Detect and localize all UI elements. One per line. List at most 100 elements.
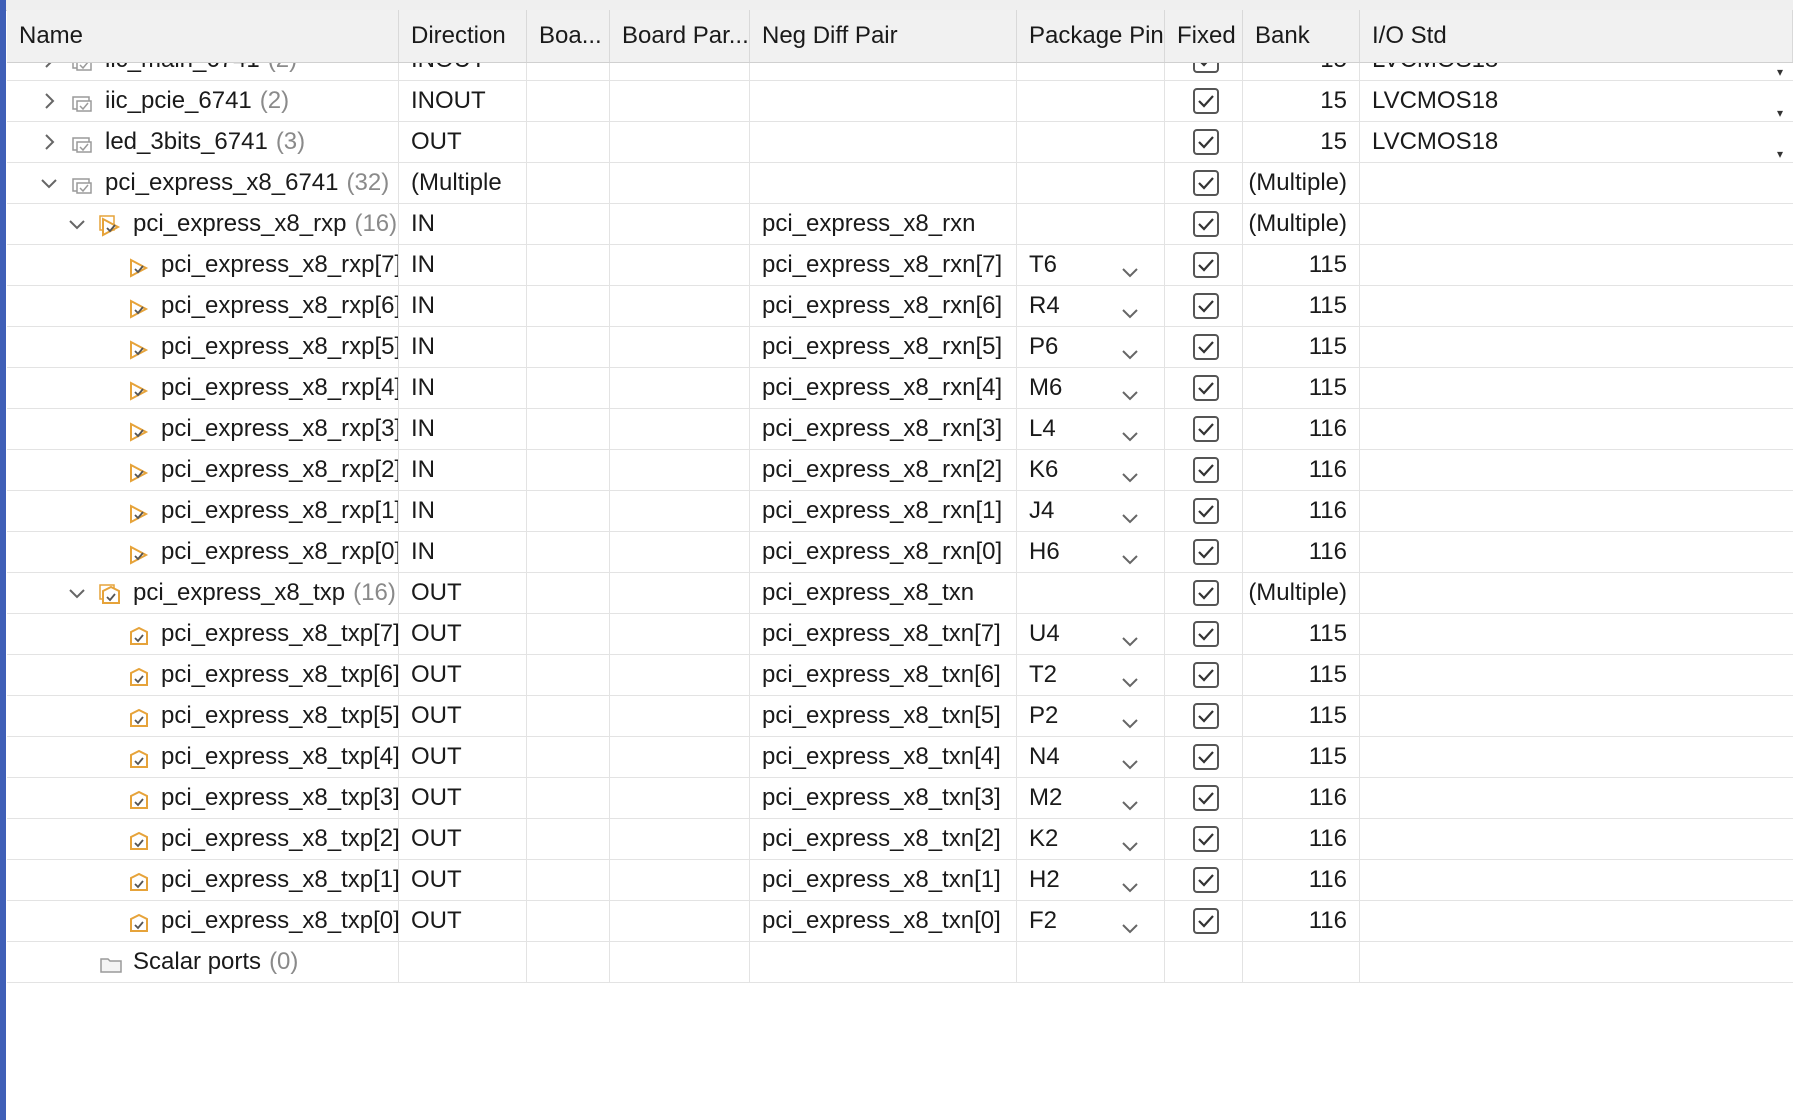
package-pin-cell[interactable]: R4 xyxy=(1017,286,1165,326)
bank-cell[interactable]: 116 xyxy=(1243,491,1360,531)
table-row[interactable]: pci_express_x8_rxp[4] IN pci_express_x8_rx… xyxy=(7,368,1793,409)
table-row[interactable]: Scalar ports (0) xyxy=(7,942,1793,983)
bank-cell[interactable]: 116 xyxy=(1243,860,1360,900)
neg-diff-pair-cell[interactable]: pci_express_x8_rxn[2] xyxy=(750,450,1017,490)
board-part-cell[interactable] xyxy=(610,655,750,695)
fixed-checkbox[interactable] xyxy=(1193,621,1219,647)
board-cell[interactable] xyxy=(527,737,610,777)
io-std-cell[interactable] xyxy=(1360,860,1793,900)
table-row[interactable]: pci_express_x8_txp[7] OUT pci_express_x8_t… xyxy=(7,614,1793,655)
neg-diff-pair-cell[interactable] xyxy=(750,63,1017,80)
package-pin-cell[interactable]: H6 xyxy=(1017,532,1165,572)
name-cell[interactable]: pci_express_x8_rxp[4] xyxy=(7,368,399,408)
package-pin-cell[interactable]: T2 xyxy=(1017,655,1165,695)
fixed-cell[interactable] xyxy=(1165,614,1243,654)
direction-cell[interactable]: OUT xyxy=(399,901,527,941)
chevron-down-icon[interactable] xyxy=(1120,337,1140,367)
board-part-cell[interactable] xyxy=(610,491,750,531)
table-row[interactable]: pci_express_x8_txp[4] OUT pci_express_x8_t… xyxy=(7,737,1793,778)
direction-cell[interactable] xyxy=(399,942,527,982)
neg-diff-pair-cell[interactable]: pci_express_x8_rxn[5] xyxy=(750,327,1017,367)
bank-cell[interactable]: 115 xyxy=(1243,614,1360,654)
io-std-cell[interactable] xyxy=(1360,409,1793,449)
direction-cell[interactable]: INOUT xyxy=(399,63,527,80)
name-cell[interactable]: pci_express_x8_txp[0] xyxy=(7,901,399,941)
fixed-checkbox[interactable] xyxy=(1193,785,1219,811)
fixed-checkbox[interactable] xyxy=(1193,457,1219,483)
board-cell[interactable] xyxy=(527,491,610,531)
chevron-down-icon[interactable] xyxy=(1120,419,1140,449)
board-part-cell[interactable] xyxy=(610,245,750,285)
fixed-cell[interactable] xyxy=(1165,327,1243,367)
board-cell[interactable] xyxy=(527,778,610,818)
fixed-checkbox[interactable] xyxy=(1193,63,1219,73)
board-part-cell[interactable] xyxy=(610,901,750,941)
neg-diff-pair-cell[interactable]: pci_express_x8_txn xyxy=(750,573,1017,613)
bank-cell[interactable]: 115 xyxy=(1243,286,1360,326)
fixed-checkbox[interactable] xyxy=(1193,211,1219,237)
chevron-down-icon[interactable] xyxy=(1120,624,1140,654)
name-cell[interactable]: iic_pcie_6741 (2) xyxy=(7,81,399,121)
direction-cell[interactable]: IN xyxy=(399,245,527,285)
package-pin-cell[interactable] xyxy=(1017,942,1165,982)
board-cell[interactable] xyxy=(527,245,610,285)
direction-cell[interactable]: OUT xyxy=(399,122,527,162)
direction-cell[interactable]: (Multiple xyxy=(399,163,527,203)
fixed-cell[interactable] xyxy=(1165,532,1243,572)
fixed-cell[interactable] xyxy=(1165,245,1243,285)
direction-cell[interactable]: OUT xyxy=(399,573,527,613)
neg-diff-pair-cell[interactable]: pci_express_x8_txn[1] xyxy=(750,860,1017,900)
package-pin-cell[interactable] xyxy=(1017,573,1165,613)
io-std-cell[interactable] xyxy=(1360,573,1793,613)
neg-diff-pair-cell[interactable]: pci_express_x8_txn[0] xyxy=(750,901,1017,941)
board-part-cell[interactable] xyxy=(610,532,750,572)
name-cell[interactable]: pci_express_x8_txp (16) xyxy=(7,573,399,613)
bank-cell[interactable]: 116 xyxy=(1243,532,1360,572)
board-part-cell[interactable] xyxy=(610,450,750,490)
chevron-down-icon[interactable] xyxy=(1120,747,1140,777)
package-pin-cell[interactable] xyxy=(1017,163,1165,203)
board-part-cell[interactable] xyxy=(610,63,750,80)
table-row[interactable]: pci_express_x8_txp[5] OUT pci_express_x8_t… xyxy=(7,696,1793,737)
board-cell[interactable] xyxy=(527,409,610,449)
name-cell[interactable]: Scalar ports (0) xyxy=(7,942,399,982)
bank-cell[interactable] xyxy=(1243,942,1360,982)
io-std-cell[interactable] xyxy=(1360,286,1793,326)
direction-cell[interactable]: OUT xyxy=(399,614,527,654)
board-part-cell[interactable] xyxy=(610,573,750,613)
chevron-down-icon[interactable] xyxy=(1120,378,1140,408)
neg-diff-pair-cell[interactable]: pci_express_x8_rxn[4] xyxy=(750,368,1017,408)
neg-diff-pair-cell[interactable]: pci_express_x8_rxn[6] xyxy=(750,286,1017,326)
bank-cell[interactable]: (Multiple) xyxy=(1243,204,1360,244)
bank-cell[interactable]: 15 xyxy=(1243,81,1360,121)
board-cell[interactable] xyxy=(527,163,610,203)
fixed-checkbox[interactable] xyxy=(1193,334,1219,360)
fixed-checkbox[interactable] xyxy=(1193,170,1219,196)
board-part-cell[interactable] xyxy=(610,614,750,654)
bank-cell[interactable]: 15 xyxy=(1243,122,1360,162)
package-pin-cell[interactable]: P6 xyxy=(1017,327,1165,367)
board-cell[interactable] xyxy=(527,81,610,121)
name-cell[interactable]: pci_express_x8_rxp[6] xyxy=(7,286,399,326)
board-cell[interactable] xyxy=(527,532,610,572)
fixed-checkbox[interactable] xyxy=(1193,375,1219,401)
fixed-cell[interactable] xyxy=(1165,63,1243,80)
name-cell[interactable]: pci_express_x8_rxp[5] xyxy=(7,327,399,367)
board-part-cell[interactable] xyxy=(610,860,750,900)
package-pin-cell[interactable]: M6 xyxy=(1017,368,1165,408)
chevron-down-icon[interactable] xyxy=(1120,706,1140,736)
neg-diff-pair-cell[interactable] xyxy=(750,942,1017,982)
table-row[interactable]: pci_express_x8_rxp[1] IN pci_express_x8_rx… xyxy=(7,491,1793,532)
bank-cell[interactable]: 115 xyxy=(1243,327,1360,367)
fixed-checkbox[interactable] xyxy=(1193,416,1219,442)
header-col-fixed[interactable]: Fixed xyxy=(1165,10,1243,62)
board-part-cell[interactable] xyxy=(610,778,750,818)
board-cell[interactable] xyxy=(527,122,610,162)
bank-cell[interactable]: 115 xyxy=(1243,696,1360,736)
name-cell[interactable]: pci_express_x8_txp[6] xyxy=(7,655,399,695)
io-std-cell[interactable] xyxy=(1360,696,1793,736)
fixed-cell[interactable] xyxy=(1165,81,1243,121)
table-row[interactable]: pci_express_x8_txp[3] OUT pci_express_x8_t… xyxy=(7,778,1793,819)
neg-diff-pair-cell[interactable]: pci_express_x8_rxn[3] xyxy=(750,409,1017,449)
fixed-checkbox[interactable] xyxy=(1193,293,1219,319)
